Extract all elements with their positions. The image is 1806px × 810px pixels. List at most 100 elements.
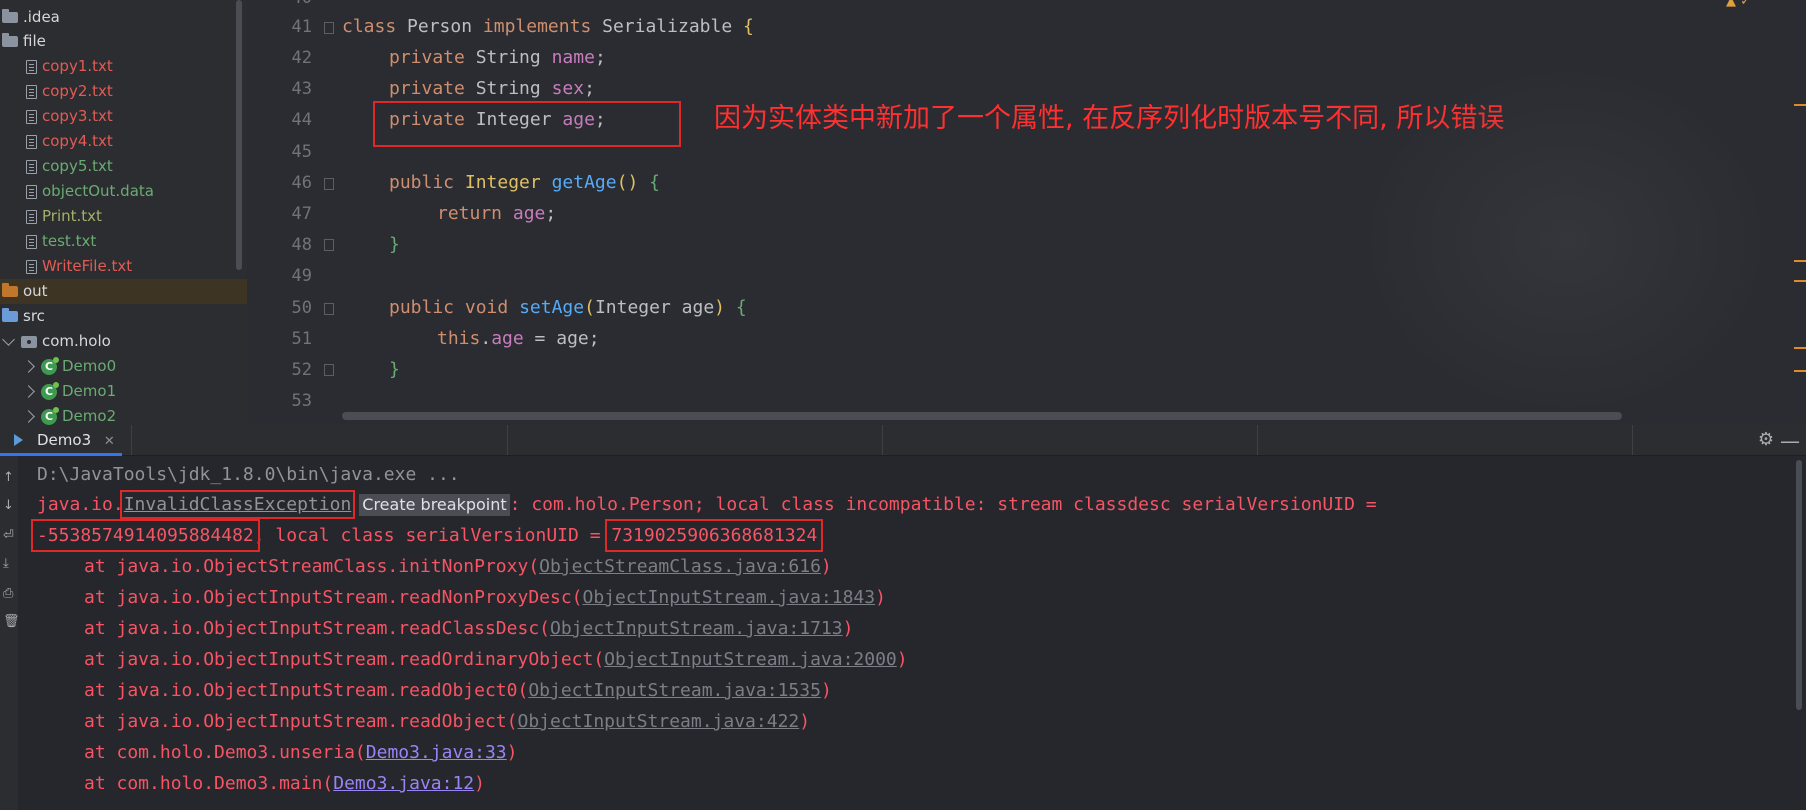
text-file-icon — [26, 109, 37, 124]
scroll-to-end-icon[interactable]: ⤓ — [3, 556, 9, 571]
editor-horizontal-scrollbar[interactable] — [342, 412, 1622, 420]
chevron-right-icon[interactable] — [22, 410, 35, 423]
tree-item-label: Print.txt — [42, 207, 102, 225]
tree-item-demo1[interactable]: C Demo1 — [22, 379, 116, 404]
java-class-icon: C — [41, 406, 59, 425]
stack-trace-line: at java.io.ObjectInputStream.readObject0… — [84, 680, 832, 701]
tree-item-copy2[interactable]: copy2.txt — [26, 79, 113, 104]
fold-marker-icon[interactable] — [324, 178, 334, 190]
code-line-47: return age; — [437, 203, 557, 224]
tree-item-demo2[interactable]: C Demo2 — [22, 404, 116, 425]
tree-item-copy1[interactable]: copy1.txt — [26, 54, 113, 79]
run-tab-demo3[interactable]: Demo3 ✕ — [0, 425, 125, 455]
source-link[interactable]: ObjectInputStream.java:1843 — [583, 587, 876, 608]
print-icon[interactable]: ⎙ — [3, 586, 13, 601]
console-output[interactable]: ↑ ↓ ⏎ ⤓ ⎙ 🗑 D:\JavaTools\jdk_1.8.0\bin\j… — [0, 456, 1806, 810]
serial-uid-line: -5538574914095884482, local class serial… — [31, 519, 824, 552]
fold-marker-icon[interactable] — [324, 239, 334, 251]
text-file-icon — [26, 59, 37, 74]
tree-item-label: out — [23, 282, 48, 300]
minimize-icon[interactable]: — — [1780, 429, 1800, 453]
text-file-icon — [26, 84, 37, 99]
source-link[interactable]: ObjectInputStream.java:1713 — [550, 618, 843, 639]
stack-trace-line: at java.io.ObjectInputStream.readNonProx… — [84, 587, 886, 608]
error-stripe-marker[interactable] — [1794, 104, 1806, 106]
tree-scrollbar[interactable] — [236, 0, 242, 270]
fold-marker-icon[interactable] — [324, 303, 334, 315]
source-link[interactable]: Demo3.java:12 — [333, 773, 474, 794]
error-stripe-marker[interactable] — [1794, 370, 1806, 372]
scroll-up-icon[interactable]: ↑ — [3, 470, 14, 485]
close-icon[interactable]: ✕ — [104, 434, 115, 449]
exception-class-link[interactable]: InvalidClassException — [119, 490, 356, 519]
error-stripe-marker[interactable] — [1794, 260, 1806, 262]
tree-item-src[interactable]: src — [0, 304, 45, 329]
tree-item-label: copy3.txt — [42, 107, 113, 125]
error-stripe-marker[interactable] — [1794, 280, 1806, 282]
console-command-line: D:\JavaTools\jdk_1.8.0\bin\java.exe ... — [37, 464, 460, 485]
tree-item-label: Demo0 — [62, 357, 117, 375]
tree-item-label: copy4.txt — [42, 132, 113, 150]
console-scrollbar[interactable] — [1796, 460, 1802, 710]
trash-icon[interactable]: 🗑 — [3, 614, 20, 629]
java-class-icon: C — [41, 381, 59, 400]
folder-icon — [2, 283, 18, 297]
tree-item-objectout[interactable]: objectOut.data — [26, 179, 154, 204]
text-file-icon — [26, 184, 37, 199]
text-file-icon — [26, 259, 37, 274]
tree-item-label: test.txt — [42, 232, 97, 250]
tree-item-label: copy2.txt — [42, 82, 113, 100]
tree-item-file[interactable]: file — [0, 29, 46, 54]
tree-item-com-holo[interactable]: com.holo — [2, 329, 111, 354]
tree-item-idea[interactable]: .idea — [0, 5, 60, 30]
source-link[interactable]: Demo3.java:33 — [366, 742, 507, 763]
text-file-icon — [26, 134, 37, 149]
project-tree: .idea file copy1.txt copy2.txt copy3.txt… — [0, 0, 247, 425]
line-number: 41 — [291, 17, 312, 37]
tree-item-copy3[interactable]: copy3.txt — [26, 104, 113, 129]
fold-marker-icon[interactable] — [324, 22, 334, 34]
gear-icon[interactable]: ⚙ — [1758, 429, 1774, 450]
chevron-right-icon[interactable] — [22, 360, 35, 373]
line-number: 53 — [291, 391, 312, 411]
chevron-right-icon[interactable] — [22, 385, 35, 398]
soft-wrap-icon[interactable]: ⏎ — [3, 528, 14, 543]
stack-trace-line: at java.io.ObjectInputStream.readClassDe… — [84, 618, 854, 639]
divider — [1632, 425, 1633, 455]
tree-item-writefile[interactable]: WriteFile.txt — [26, 254, 132, 279]
source-link[interactable]: ObjectInputStream.java:1535 — [528, 680, 821, 701]
stack-trace-line: at java.io.ObjectInputStream.readObject(… — [84, 711, 811, 732]
divider — [507, 425, 508, 455]
tree-item-label: WriteFile.txt — [42, 257, 133, 275]
stack-trace-line: at com.holo.Demo3.main(Demo3.java:12) — [84, 773, 485, 794]
fold-marker-icon[interactable] — [324, 364, 334, 376]
text-file-icon — [26, 159, 37, 174]
code-editor[interactable]: ▲ ✓ 40 41 42 43 44 45 46 47 48 49 50 51 … — [247, 0, 1806, 425]
stream-uid-value: -5538574914095884482 — [31, 519, 260, 552]
tree-item-test[interactable]: test.txt — [26, 229, 96, 254]
divider — [882, 425, 883, 455]
source-link[interactable]: ObjectInputStream.java:422 — [517, 711, 799, 732]
java-class-icon: C — [41, 356, 59, 375]
source-link[interactable]: ObjectStreamClass.java:616 — [539, 556, 821, 577]
tree-item-demo0[interactable]: C Demo0 — [22, 354, 117, 379]
create-breakpoint-tooltip[interactable]: Create breakpoint — [359, 494, 510, 516]
exception-line: java.io.InvalidClassException Create brea… — [37, 490, 1377, 519]
stack-trace-line: at com.holo.Demo3.unseria(Demo3.java:33) — [84, 742, 518, 763]
error-stripe-marker[interactable] — [1794, 347, 1806, 349]
chevron-down-icon[interactable] — [2, 333, 15, 346]
code-line-42: private String name; — [389, 47, 606, 68]
tree-item-print[interactable]: Print.txt — [26, 204, 102, 229]
package-icon — [21, 335, 37, 348]
tree-item-copy5[interactable]: copy5.txt — [26, 154, 113, 179]
tree-item-copy4[interactable]: copy4.txt — [26, 129, 113, 154]
inspection-warning-indicator[interactable]: ▲ ✓ — [1726, 0, 1751, 9]
code-line-48: } — [389, 234, 400, 255]
scroll-down-icon[interactable]: ↓ — [3, 498, 14, 513]
line-number: 43 — [291, 79, 312, 99]
code-line-52: } — [389, 359, 400, 380]
code-line-46: public Integer getAge() { — [389, 172, 660, 193]
tree-item-out[interactable]: out — [0, 279, 247, 304]
source-link[interactable]: ObjectInputStream.java:2000 — [604, 649, 897, 670]
line-number: 50 — [291, 298, 312, 318]
